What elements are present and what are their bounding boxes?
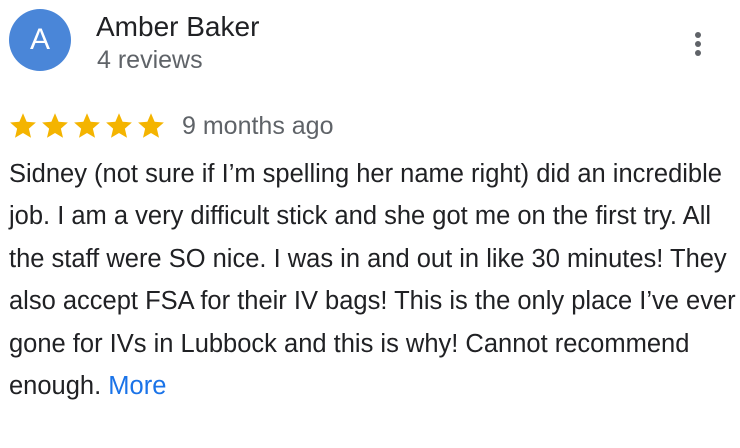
more-actions-button[interactable] bbox=[682, 28, 714, 60]
star-icon bbox=[138, 113, 164, 138]
rating-row: 9 months ago bbox=[8, 108, 334, 144]
review-body: Sidney (not sure if I’m spelling her nam… bbox=[9, 160, 736, 401]
review-text: Sidney (not sure if I’m spelling her nam… bbox=[9, 153, 737, 407]
avatar-letter: A bbox=[29, 23, 50, 56]
reviewer-review-count: 4 reviews bbox=[97, 46, 203, 74]
avatar[interactable]: A bbox=[9, 9, 71, 71]
star-icon bbox=[10, 113, 36, 138]
star-icon bbox=[74, 113, 100, 138]
reviewer-name[interactable]: Amber Baker bbox=[96, 10, 259, 44]
review-date: 9 months ago bbox=[182, 112, 334, 140]
star-rating bbox=[8, 111, 166, 141]
more-vert-icon bbox=[695, 32, 701, 56]
more-link[interactable]: More bbox=[108, 372, 166, 400]
review-card: A Amber Baker 4 reviews 9 months ago Sid… bbox=[0, 0, 740, 448]
star-icon bbox=[106, 113, 132, 138]
star-icon bbox=[42, 113, 68, 138]
